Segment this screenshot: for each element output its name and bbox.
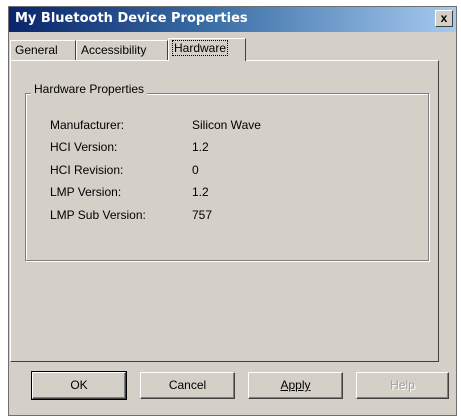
ok-button[interactable]: OK [31, 371, 127, 400]
property-label: Manufacturer: [50, 118, 125, 132]
help-button: Help [356, 372, 449, 399]
tab-accessibility-label: Accessibility [81, 43, 147, 57]
tab-hardware[interactable]: Hardware [168, 38, 246, 61]
tab-general-label: General [15, 43, 58, 57]
close-icon: x [440, 11, 448, 25]
cancel-button-label: Cancel [168, 378, 207, 392]
cancel-button[interactable]: Cancel [140, 372, 235, 399]
tab-general[interactable]: General [10, 40, 76, 60]
property-value: 0 [192, 163, 199, 177]
tab-accessibility[interactable]: Accessibility [76, 40, 168, 60]
apply-button[interactable]: Apply [248, 372, 343, 399]
property-label: HCI Revision: [50, 163, 124, 177]
help-button-label: Help [390, 378, 415, 392]
close-button[interactable]: x [435, 10, 453, 27]
property-label: LMP Sub Version: [50, 208, 146, 222]
group-title: Hardware Properties [31, 82, 148, 96]
tab-hardware-label: Hardware [171, 40, 229, 56]
title-bar: My Bluetooth Device Properties x [9, 7, 456, 32]
property-value: 757 [192, 208, 213, 222]
property-label: HCI Version: [50, 140, 118, 154]
property-label: LMP Version: [50, 185, 122, 199]
property-value: Silicon Wave [192, 118, 261, 132]
property-value: 1.2 [192, 185, 209, 199]
window-title: My Bluetooth Device Properties [15, 11, 248, 26]
ok-button-label: OK [70, 378, 88, 392]
property-value: 1.2 [192, 140, 209, 154]
apply-button-label: Apply [280, 378, 311, 392]
